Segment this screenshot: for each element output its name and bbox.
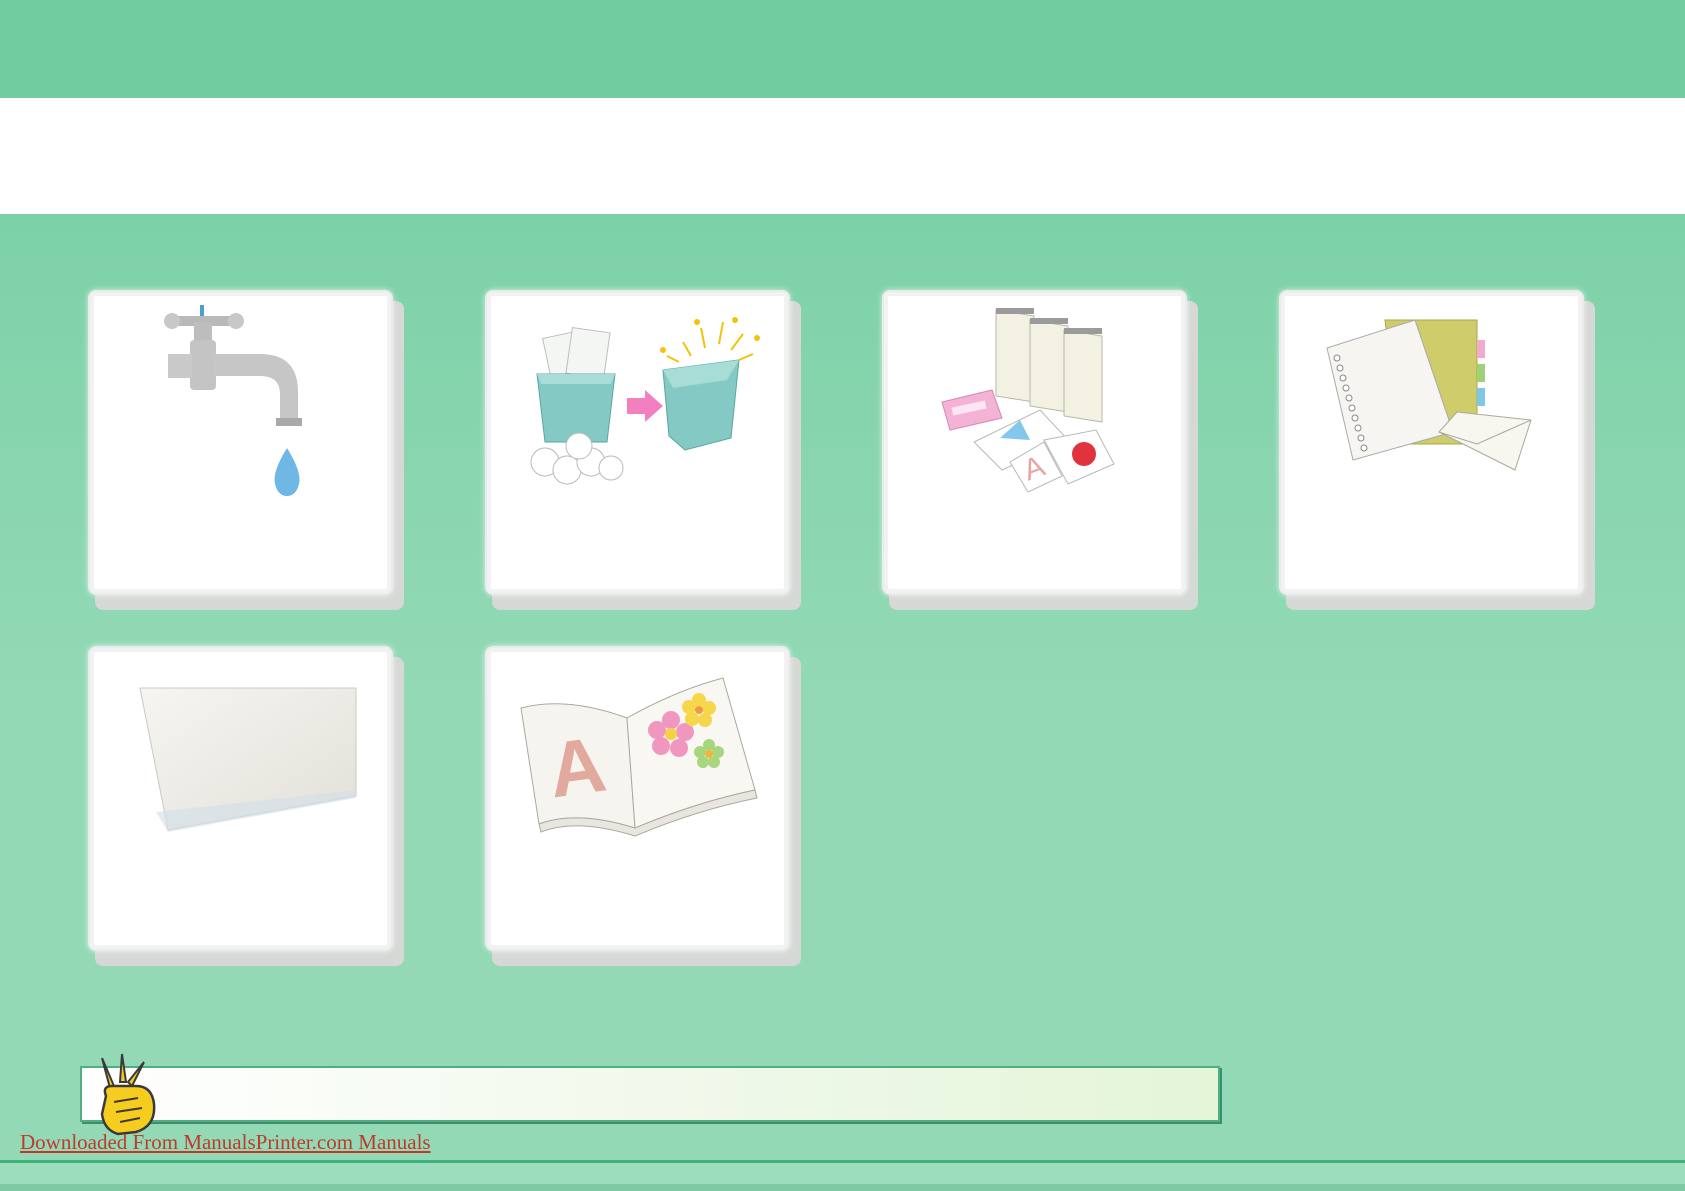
tip-bar xyxy=(80,1066,1220,1122)
footer-download-link[interactable]: Downloaded From ManualsPrinter.com Manua… xyxy=(20,1130,431,1155)
blank-paper-icon xyxy=(139,687,357,832)
tile-document-stacks[interactable]: A xyxy=(882,290,1187,595)
faucet-icon xyxy=(164,305,302,496)
hand-pointer-icon xyxy=(100,1053,156,1136)
tile-open-book[interactable]: A xyxy=(485,646,790,951)
document-stacks-icon: A xyxy=(941,308,1115,493)
header-band xyxy=(0,0,1685,98)
title-band xyxy=(0,98,1685,214)
open-book-icon: A xyxy=(520,677,758,837)
paper-envelope-tabs-icon xyxy=(1326,319,1532,471)
tile-blank-sheet[interactable] xyxy=(88,646,393,951)
tile-paper-types[interactable] xyxy=(1279,290,1584,595)
trash-bin-icon xyxy=(530,317,760,485)
tile-water-faucet[interactable] xyxy=(88,290,393,595)
tile-trash-before-after[interactable] xyxy=(485,290,790,595)
footer-band-bottom xyxy=(0,1184,1685,1191)
